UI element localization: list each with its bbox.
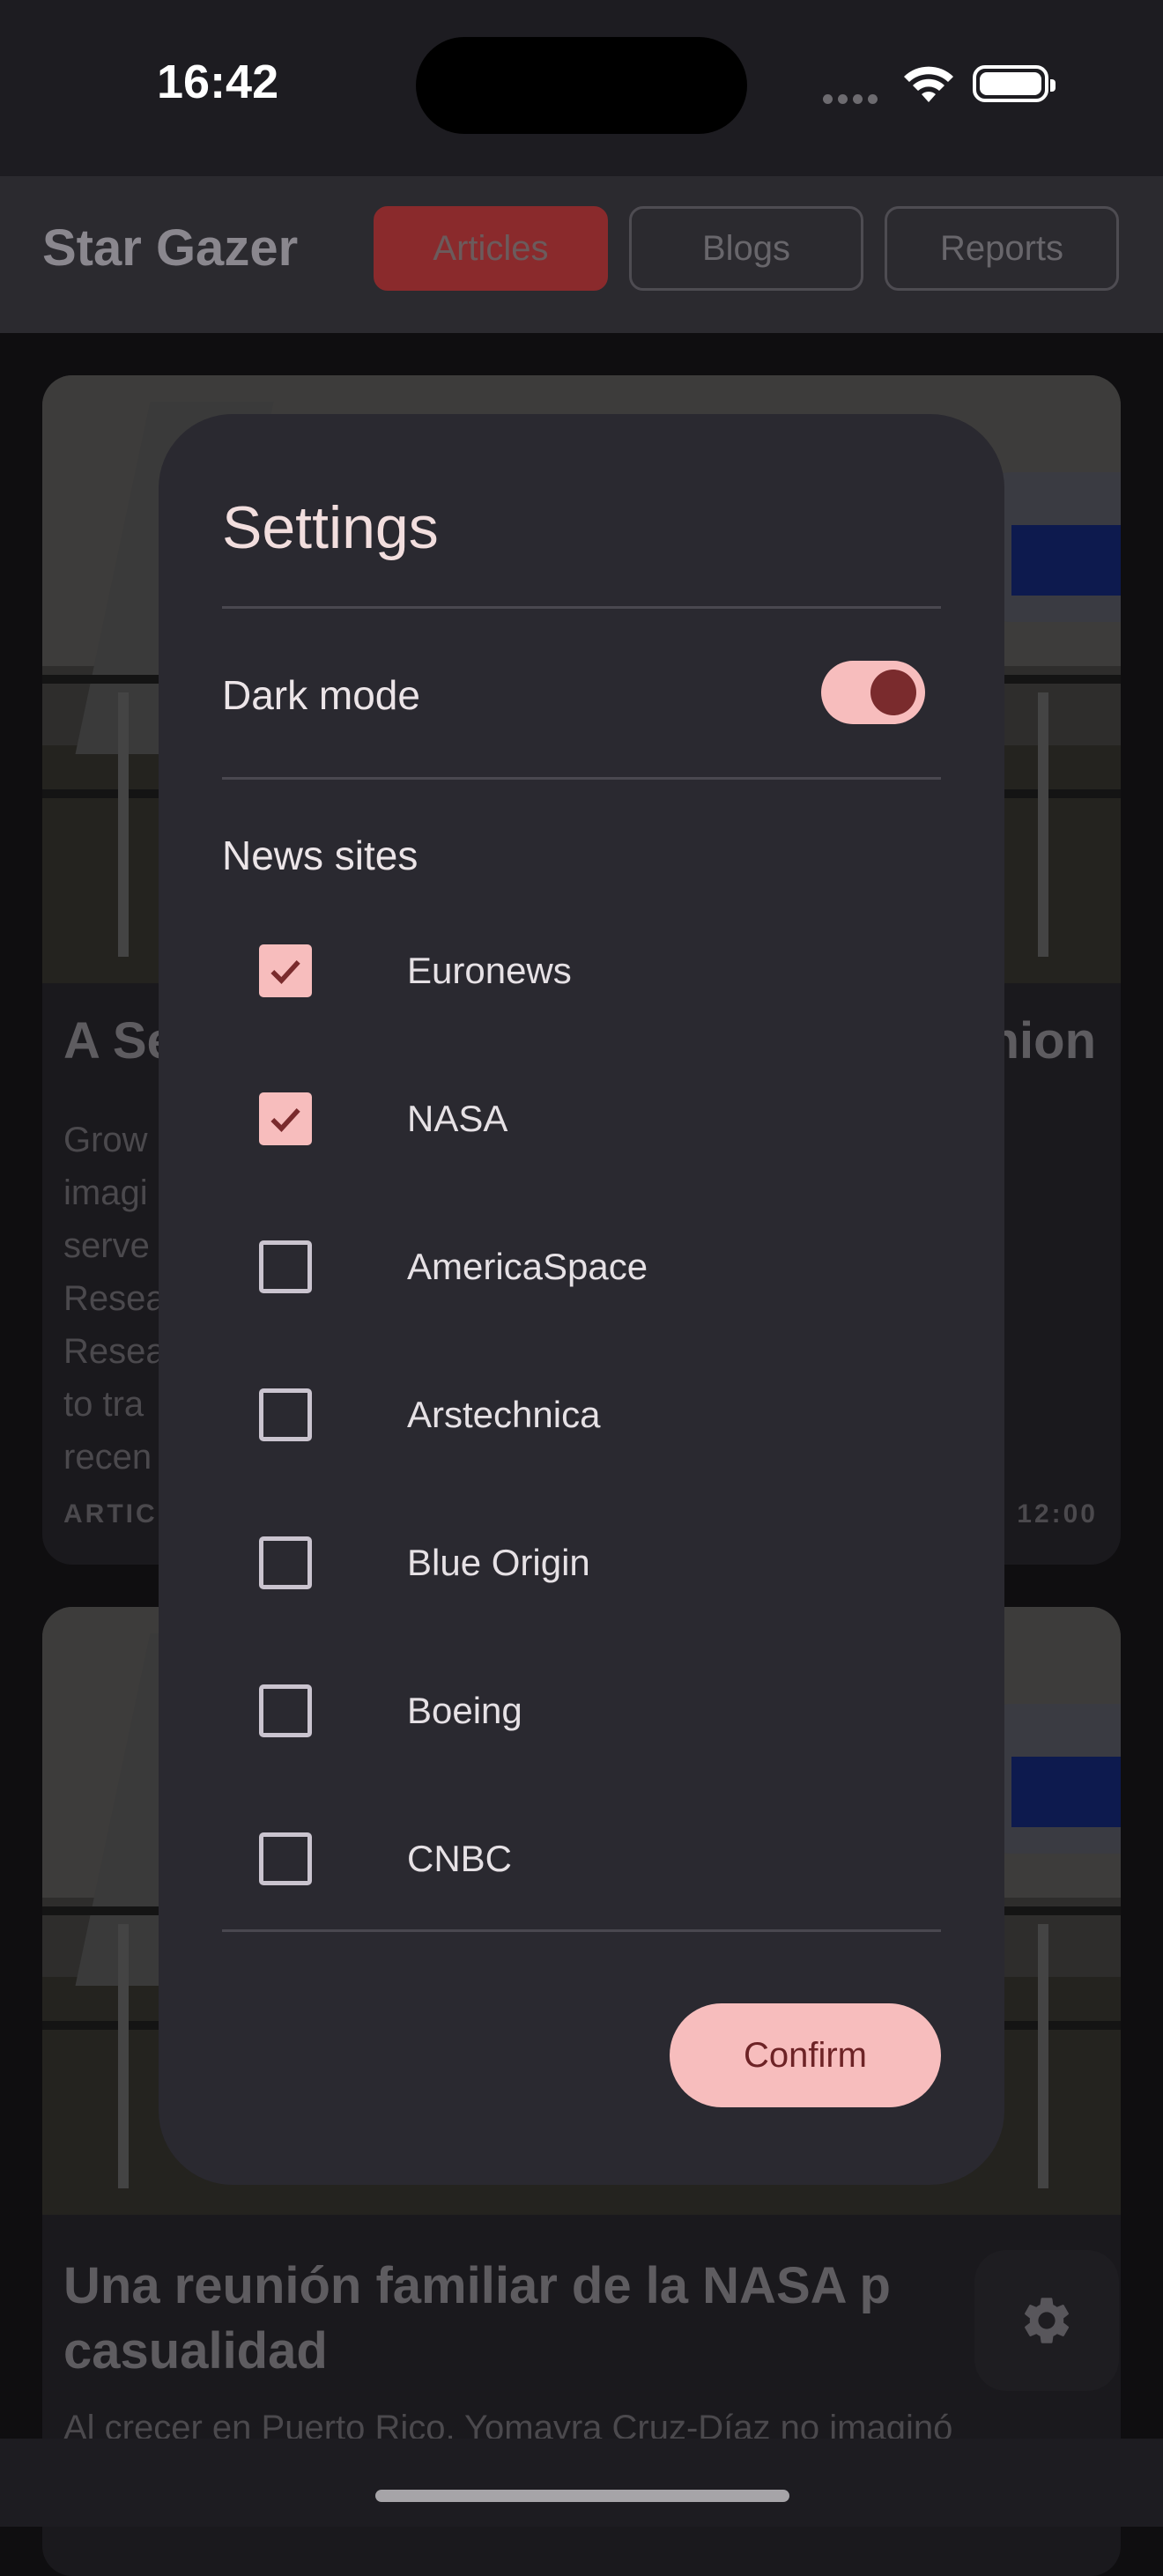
checkbox[interactable]	[259, 1832, 312, 1885]
checkbox[interactable]	[259, 1092, 312, 1145]
app-title: Star Gazer	[42, 219, 299, 277]
dark-mode-label: Dark mode	[222, 672, 420, 718]
site-option-boeing[interactable]: Boeing	[259, 1676, 876, 1746]
site-option-arstechnica[interactable]: Arstechnica	[259, 1380, 876, 1450]
gear-icon	[1025, 2298, 1070, 2343]
settings-fab[interactable]	[974, 2250, 1119, 2391]
status-bar: 16:42	[0, 0, 1163, 176]
wifi-icon	[904, 66, 953, 102]
toggle-thumb	[870, 670, 916, 715]
site-label: Blue Origin	[407, 1542, 590, 1583]
site-label: AmericaSpace	[407, 1246, 648, 1287]
site-option-euronews[interactable]: Euronews	[259, 936, 876, 1006]
confirm-button[interactable]: Confirm	[670, 2003, 941, 2107]
cellular-signal-icon	[823, 91, 883, 107]
settings-dialog: Settings Dark mode News sites Euronews N…	[159, 414, 1004, 2185]
checkbox[interactable]	[259, 1536, 312, 1589]
battery-icon	[973, 65, 1056, 102]
tab-reports[interactable]: Reports	[885, 206, 1119, 291]
divider	[222, 1929, 941, 1932]
checkbox[interactable]	[259, 944, 312, 997]
home-indicator[interactable]	[375, 2490, 789, 2502]
checkbox[interactable]	[259, 1388, 312, 1441]
divider	[222, 777, 941, 780]
checkbox[interactable]	[259, 1684, 312, 1737]
dialog-title: Settings	[222, 494, 439, 561]
news-sites-label: News sites	[222, 833, 419, 878]
site-option-blue-origin[interactable]: Blue Origin	[259, 1528, 876, 1598]
checkbox[interactable]	[259, 1240, 312, 1293]
checkmark-icon	[270, 960, 300, 984]
dynamic-island	[416, 37, 747, 134]
tab-articles[interactable]: Articles	[374, 206, 608, 291]
article-time: 12:00	[1017, 1499, 1098, 1529]
app-bar: Star Gazer Articles Blogs Reports	[0, 176, 1163, 333]
article-title: Una reunión familiar de la NASA p casual…	[63, 2257, 891, 2380]
tab-blogs[interactable]: Blogs	[629, 206, 863, 291]
site-option-cnbc[interactable]: CNBC	[259, 1824, 876, 1894]
site-option-americaspace[interactable]: AmericaSpace	[259, 1232, 876, 1302]
site-label: NASA	[407, 1098, 508, 1139]
dark-mode-toggle[interactable]	[821, 661, 925, 724]
site-label: Arstechnica	[407, 1394, 601, 1435]
site-option-nasa[interactable]: NASA	[259, 1084, 876, 1154]
site-label: Euronews	[407, 950, 572, 991]
checkmark-icon	[270, 1108, 300, 1132]
article-summary: Grow imagi serve Resea Resea to tra rece…	[63, 1121, 166, 1477]
bottom-bar	[0, 2439, 1163, 2527]
article-category: ARTIC	[63, 1499, 158, 1529]
site-label: Boeing	[407, 1690, 522, 1731]
site-label: CNBC	[407, 1838, 513, 1879]
divider	[222, 606, 941, 609]
status-time: 16:42	[157, 56, 279, 108]
